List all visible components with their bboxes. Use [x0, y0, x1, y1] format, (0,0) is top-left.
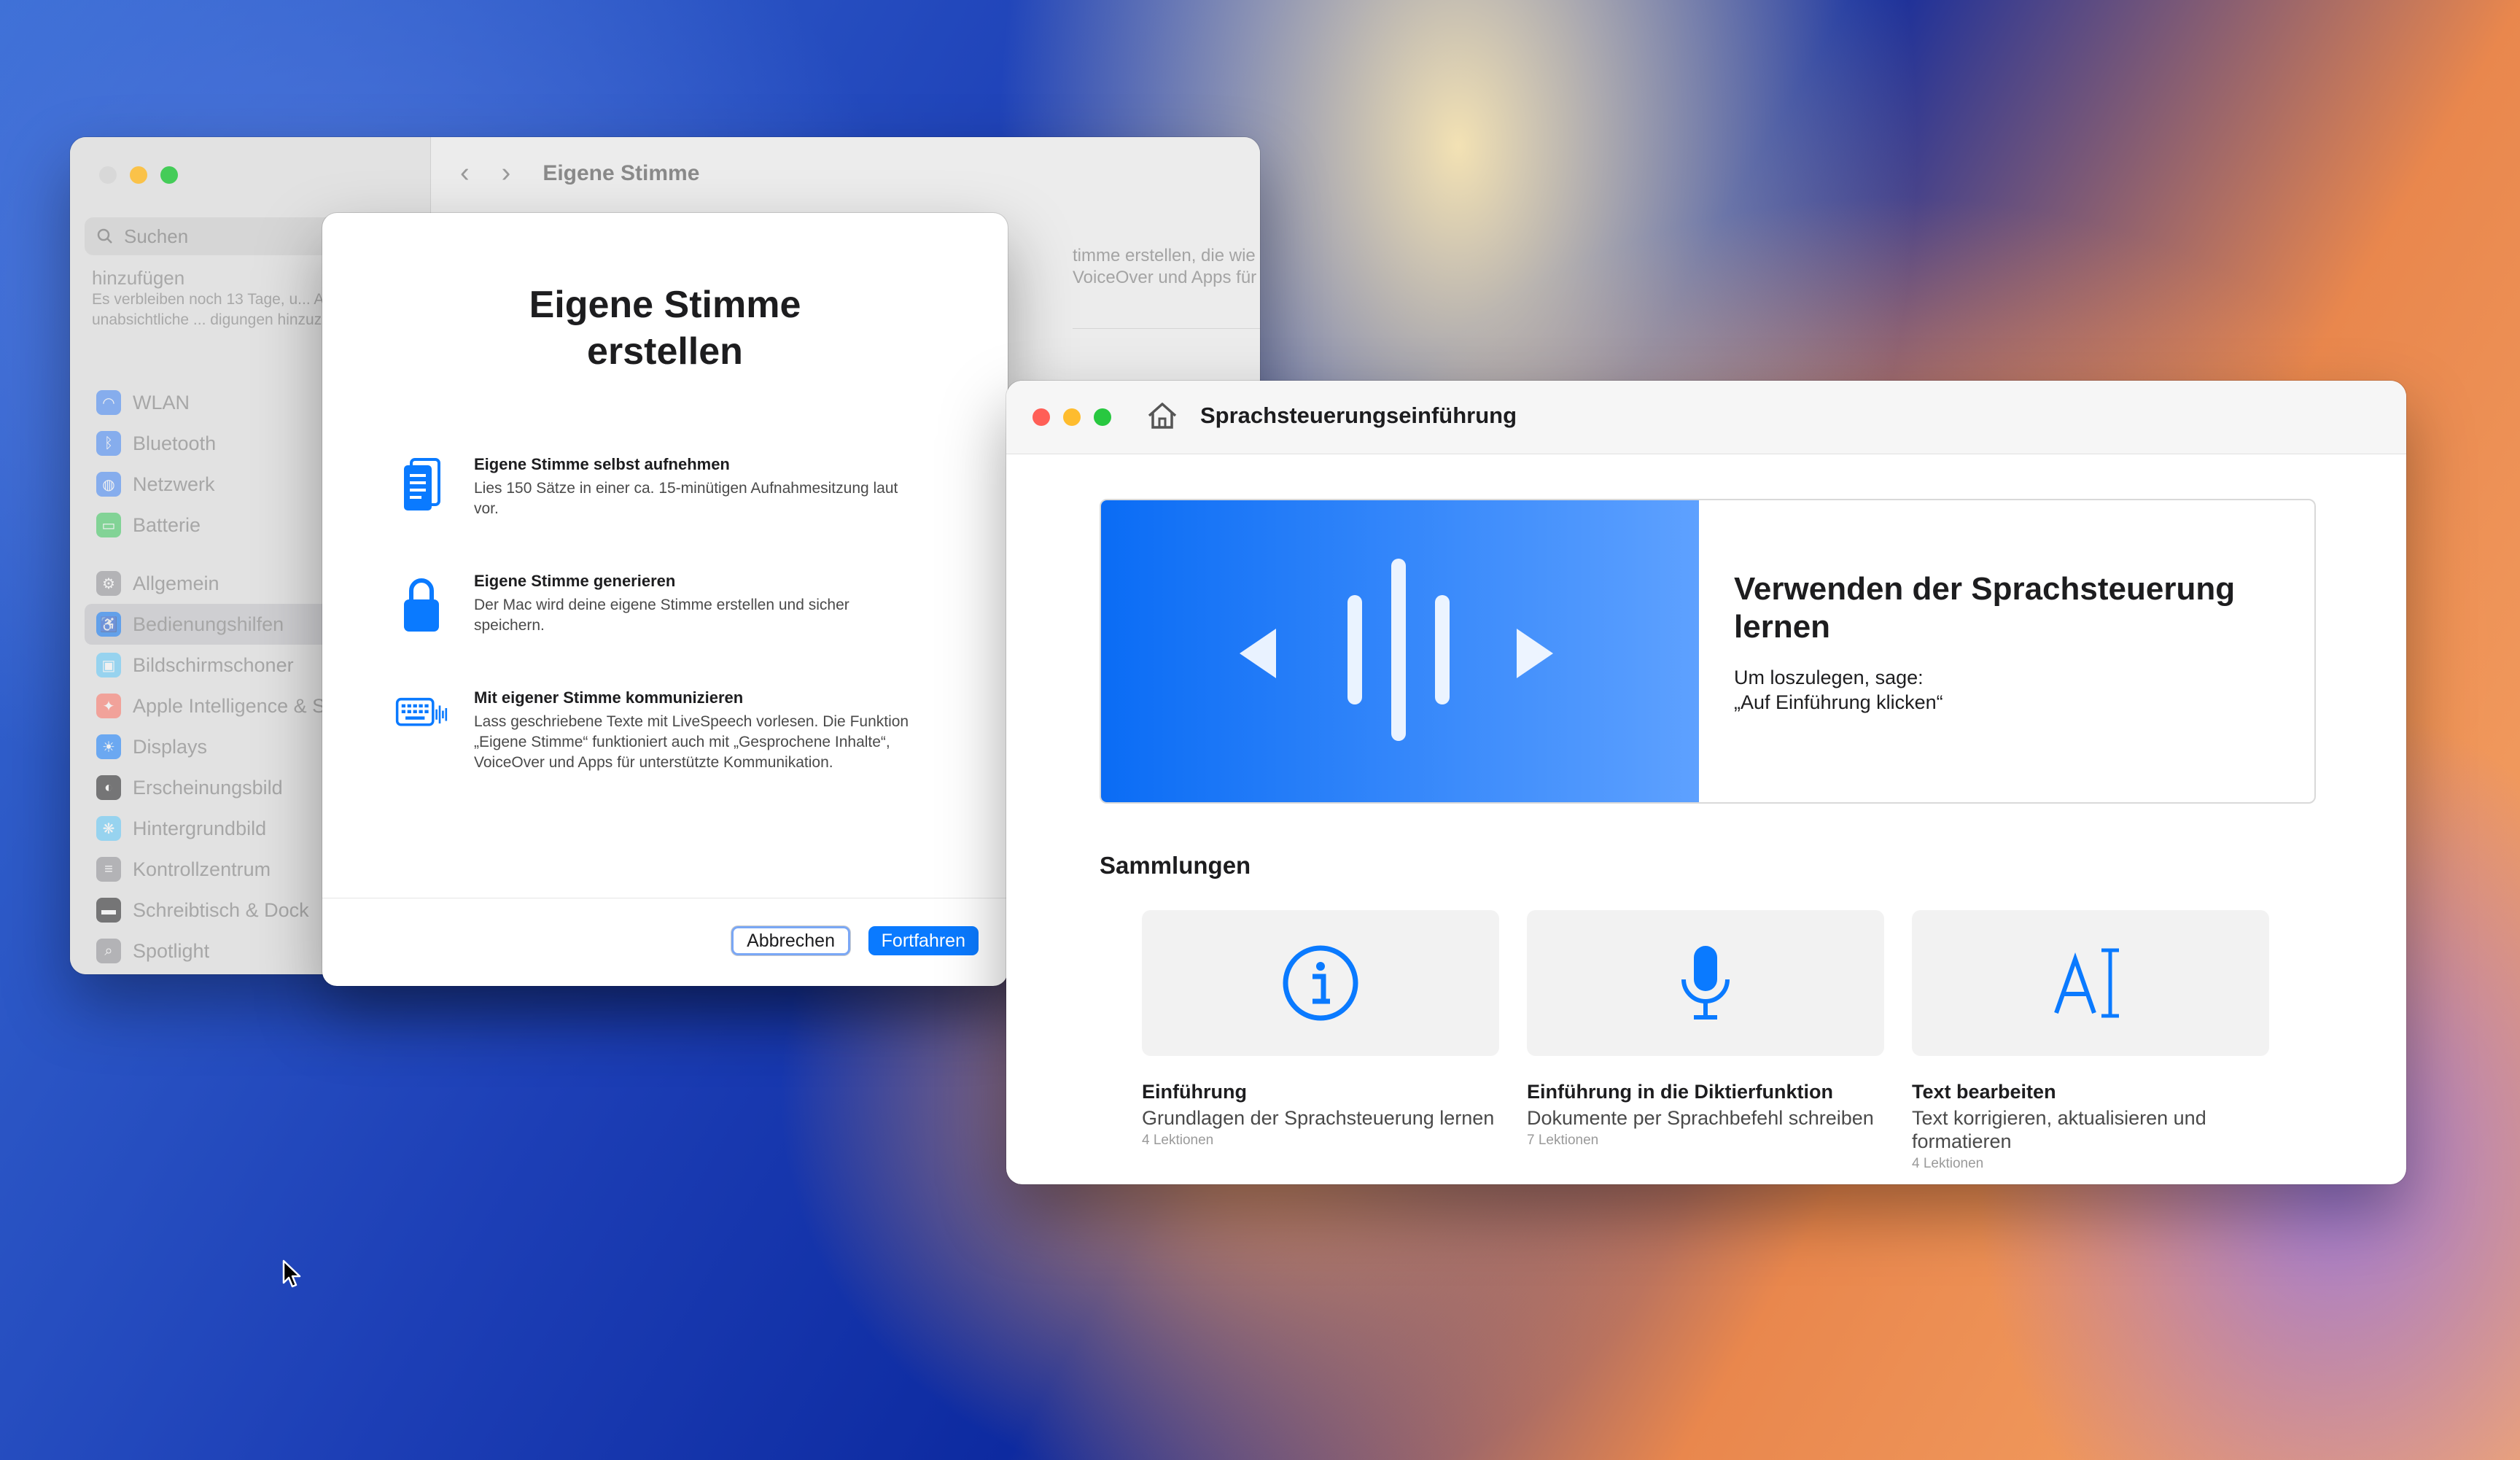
sidebar-item-label: Apple Intelligence & S: [133, 694, 326, 717]
sidebar-item-label: Bluetooth: [133, 432, 217, 454]
feature-title: Eigene Stimme generieren: [474, 572, 676, 590]
feature-description: Lass geschriebene Texte mit LiveSpeech v…: [474, 713, 909, 771]
keyboard-waveform-icon: [395, 688, 448, 773]
battery-icon: ▭: [96, 513, 121, 537]
hero-line-1: Um loszulegen, sage:: [1734, 667, 1924, 688]
lock-icon: [395, 572, 448, 636]
search-icon: [97, 228, 112, 244]
feature-title: Eigene Stimme selbst aufnehmen: [474, 455, 730, 473]
sidebar-item-label: WLAN: [133, 391, 190, 413]
feature-description: Lies 150 Sätze in einer ca. 15-minütigen…: [474, 480, 898, 517]
collection-card[interactable]: Einführung Grundlagen der Sprachsteuerun…: [1142, 910, 1499, 1149]
voice-control-tutorial-window: Sprachsteuerungseinführung Verwenden der…: [1006, 381, 2406, 1184]
window-controls: [1032, 408, 1111, 426]
close-button[interactable]: [99, 166, 117, 184]
card-lessons: 4 Lektionen: [1912, 1156, 1984, 1171]
search-placeholder: Suchen: [124, 225, 189, 247]
create-voice-dialog: Eigene Stimme erstellen Eigene Stimme se…: [322, 213, 1008, 986]
window-controls: [99, 166, 178, 184]
zoom-button[interactable]: [160, 166, 178, 184]
home-icon[interactable]: [1146, 401, 1178, 434]
sidebar-item-label: Kontrollzentrum: [133, 858, 271, 880]
dialog-footer: Abbrechen Fortfahren: [322, 898, 1008, 986]
text-cursor-icon: [2054, 948, 2119, 1018]
continue-button[interactable]: Fortfahren: [868, 926, 979, 955]
hero-banner[interactable]: Verwenden der Sprachsteuerung lernen Um …: [1100, 499, 2316, 804]
card-lessons: 4 Lektionen: [1142, 1133, 1214, 1148]
forward-chevron-icon[interactable]: ›: [502, 158, 511, 189]
sidebar-item-label: Hintergrundbild: [133, 817, 267, 839]
sidebar-item-label: Allgemein: [133, 572, 219, 594]
feature-generate: Eigene Stimme generieren Der Mac wird de…: [395, 572, 920, 636]
card-description: Text korrigieren, aktualisieren und form…: [1912, 1107, 2206, 1152]
document-icon: [395, 455, 448, 519]
card-image: [1142, 910, 1499, 1056]
control-center-icon: ≡: [96, 857, 121, 882]
minimize-button[interactable]: [1063, 408, 1081, 426]
feature-title: Mit eigener Stimme kommunizieren: [474, 688, 744, 707]
card-title: Text bearbeiten: [1912, 1081, 2056, 1103]
sidebar-item-label: Netzwerk: [133, 473, 215, 495]
hero-title: Verwenden der Sprachsteuerung lernen: [1734, 571, 2236, 645]
window-title: Sprachsteuerungseinführung: [1200, 403, 1517, 428]
collection-card[interactable]: Einführung in die Diktierfunktion Dokume…: [1527, 910, 1884, 1149]
settings-description: timme erstellen, die wie VoiceOver und A…: [1073, 246, 1257, 287]
card-lessons: 7 Lektionen: [1527, 1133, 1599, 1148]
spotlight-icon: ⌕: [96, 939, 121, 963]
accessibility-icon: ♿: [96, 612, 121, 637]
screensaver-icon: ▣: [96, 653, 121, 677]
gear-icon: ⚙: [96, 571, 121, 596]
hero-line-2: „Auf Einführung klicken“: [1734, 691, 1943, 713]
wallpaper-icon: ❋: [96, 816, 121, 841]
cancel-button[interactable]: Abbrechen: [731, 926, 850, 955]
appearance-icon: ◐: [96, 775, 121, 800]
collection-card[interactable]: Text bearbeiten Text korrigieren, aktual…: [1912, 910, 2269, 1172]
card-image: [1912, 910, 2269, 1056]
feature-description: Der Mac wird deine eigene Stimme erstell…: [474, 597, 849, 634]
zoom-button[interactable]: [1094, 408, 1111, 426]
card-title: Einführung: [1142, 1081, 1247, 1103]
siri-icon: ✦: [96, 694, 121, 718]
section-title: Sammlungen: [1100, 852, 1251, 879]
info-icon: [1283, 945, 1358, 1021]
card-title: Einführung in die Diktierfunktion: [1527, 1081, 1833, 1103]
navigation-bar: ‹ › Eigene Stimme: [460, 158, 699, 189]
bluetooth-icon: ᛒ: [96, 431, 121, 456]
sidebar-item-label: Bildschirmschoner: [133, 653, 294, 676]
feature-communicate: Mit eigener Stimme kommunizieren Lass ge…: [395, 688, 920, 773]
card-description: Dokumente per Sprachbefehl schreiben: [1527, 1107, 1874, 1129]
minimize-button[interactable]: [130, 166, 147, 184]
mouse-pointer-icon: [281, 1259, 303, 1293]
sidebar-item-label: Displays: [133, 735, 208, 758]
card-description: Grundlagen der Sprachsteuerung lernen: [1142, 1107, 1495, 1129]
microphone-icon: [1681, 946, 1730, 1020]
voice-waveform-icon: [1240, 559, 1553, 741]
sidebar-item-label: Schreibtisch & Dock: [133, 898, 309, 921]
close-button[interactable]: [1032, 408, 1050, 426]
sidebar-item-label: Erscheinungsbild: [133, 776, 283, 799]
dialog-title: Eigene Stimme erstellen: [529, 284, 801, 373]
page-title: Eigene Stimme: [542, 160, 700, 185]
sidebar-item-label: Spotlight: [133, 939, 210, 962]
hero-text: Um loszulegen, sage: „Auf Einführung kli…: [1734, 665, 1943, 715]
sidebar-item-label: Bedienungshilfen: [133, 613, 284, 635]
globe-icon: ◍: [96, 472, 121, 497]
dock-icon: ▬: [96, 898, 121, 923]
back-chevron-icon[interactable]: ‹: [460, 158, 470, 189]
hero-graphic: [1101, 500, 1699, 802]
sun-icon: ☀: [96, 734, 121, 759]
title-bar: Sprachsteuerungseinführung: [1006, 381, 2406, 454]
sidebar-item-label: Batterie: [133, 513, 201, 536]
feature-record: Eigene Stimme selbst aufnehmen Lies 150 …: [395, 455, 920, 519]
card-image: [1527, 910, 1884, 1056]
wifi-icon: ◠: [96, 390, 121, 415]
